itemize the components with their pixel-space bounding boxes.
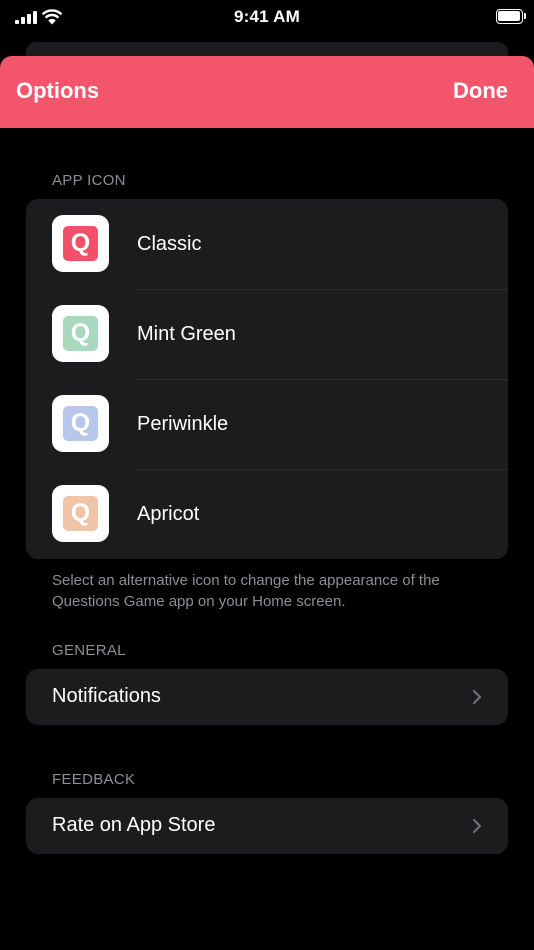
icon-option-mint-green[interactable]: Q Mint Green xyxy=(26,289,508,379)
icon-option-label: Apricot xyxy=(137,503,200,525)
icon-option-label: Mint Green xyxy=(137,323,236,345)
icon-option-periwinkle[interactable]: Q Periwinkle xyxy=(26,379,508,469)
mint-green-app-icon: Q xyxy=(52,305,109,362)
general-section-header: GENERAL xyxy=(52,642,126,659)
icon-option-classic[interactable]: Q Classic xyxy=(26,199,508,289)
periwinkle-app-icon: Q xyxy=(52,395,109,452)
icon-option-label: Periwinkle xyxy=(137,413,229,435)
notifications-label: Notifications xyxy=(52,685,161,707)
app-icon-footer-text: Select an alternative icon to change the… xyxy=(52,572,440,610)
chevron-right-icon xyxy=(472,689,482,705)
notifications-cell[interactable]: Notifications xyxy=(26,669,508,725)
status-bar: 9:41 AM xyxy=(0,0,534,36)
chevron-right-icon xyxy=(472,818,482,834)
feedback-group: Rate on App Store xyxy=(26,798,508,854)
battery-icon xyxy=(496,9,526,24)
apricot-app-icon: Q xyxy=(52,485,109,542)
app-icon-list: Q Classic Q Mint Green Q Periwinkle Q Ap… xyxy=(26,199,508,559)
options-nav-bar: Options Done xyxy=(0,56,534,128)
icon-option-apricot[interactable]: Q Apricot xyxy=(26,469,508,559)
app-icon-section-header: APP ICON xyxy=(52,172,126,189)
status-time: 9:41 AM xyxy=(234,7,300,26)
rate-on-app-store-cell[interactable]: Rate on App Store xyxy=(26,798,508,854)
rate-on-app-store-label: Rate on App Store xyxy=(52,814,216,836)
done-button[interactable]: Done xyxy=(453,78,508,104)
icon-option-label: Classic xyxy=(137,233,202,255)
page-title: Options xyxy=(16,78,100,103)
classic-app-icon: Q xyxy=(52,215,109,272)
feedback-section-header: FEEDBACK xyxy=(52,771,136,788)
general-group: Notifications xyxy=(26,669,508,725)
